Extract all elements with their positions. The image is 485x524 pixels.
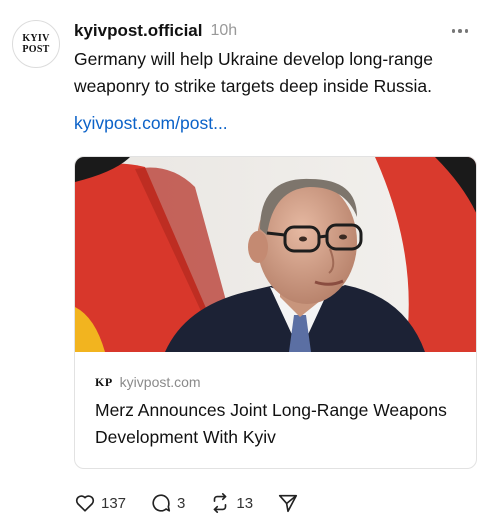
card-domain: kyivpost.com [119, 374, 201, 390]
preview-image [75, 157, 476, 352]
comment-icon [152, 494, 171, 512]
post-text: Germany will help Ukraine develop long-r… [74, 49, 433, 96]
link-preview-card[interactable]: KP kyivpost.com Merz Announces Joint Lon… [74, 156, 477, 469]
reply-button[interactable]: 3 [150, 492, 185, 514]
avatar-logo-line2: POST [22, 43, 50, 55]
avatar[interactable]: KYIV POST [12, 20, 60, 68]
post-header: kyivpost.official 10h [74, 18, 477, 44]
share-icon [278, 494, 298, 513]
timestamp[interactable]: 10h [210, 22, 237, 40]
share-button[interactable] [277, 492, 299, 514]
username[interactable]: kyivpost.official [74, 21, 202, 41]
reply-count: 3 [177, 494, 186, 512]
card-title[interactable]: Merz Announces Joint Long-Range Weapons … [95, 397, 455, 451]
card-source: KP kyivpost.com [95, 374, 201, 390]
action-bar: 137 3 13 [74, 490, 323, 516]
kp-logo: KP [95, 374, 113, 389]
repost-icon [214, 493, 227, 513]
like-count: 137 [101, 494, 127, 512]
more-icon[interactable] [449, 24, 471, 38]
repost-button[interactable]: 13 [209, 492, 253, 514]
heart-icon [75, 495, 95, 512]
post-link[interactable]: kyivpost.com/post... [74, 113, 228, 134]
repost-count: 13 [236, 494, 254, 512]
like-button[interactable]: 137 [74, 492, 126, 514]
avatar-logo-line1: KYIV [22, 32, 50, 44]
